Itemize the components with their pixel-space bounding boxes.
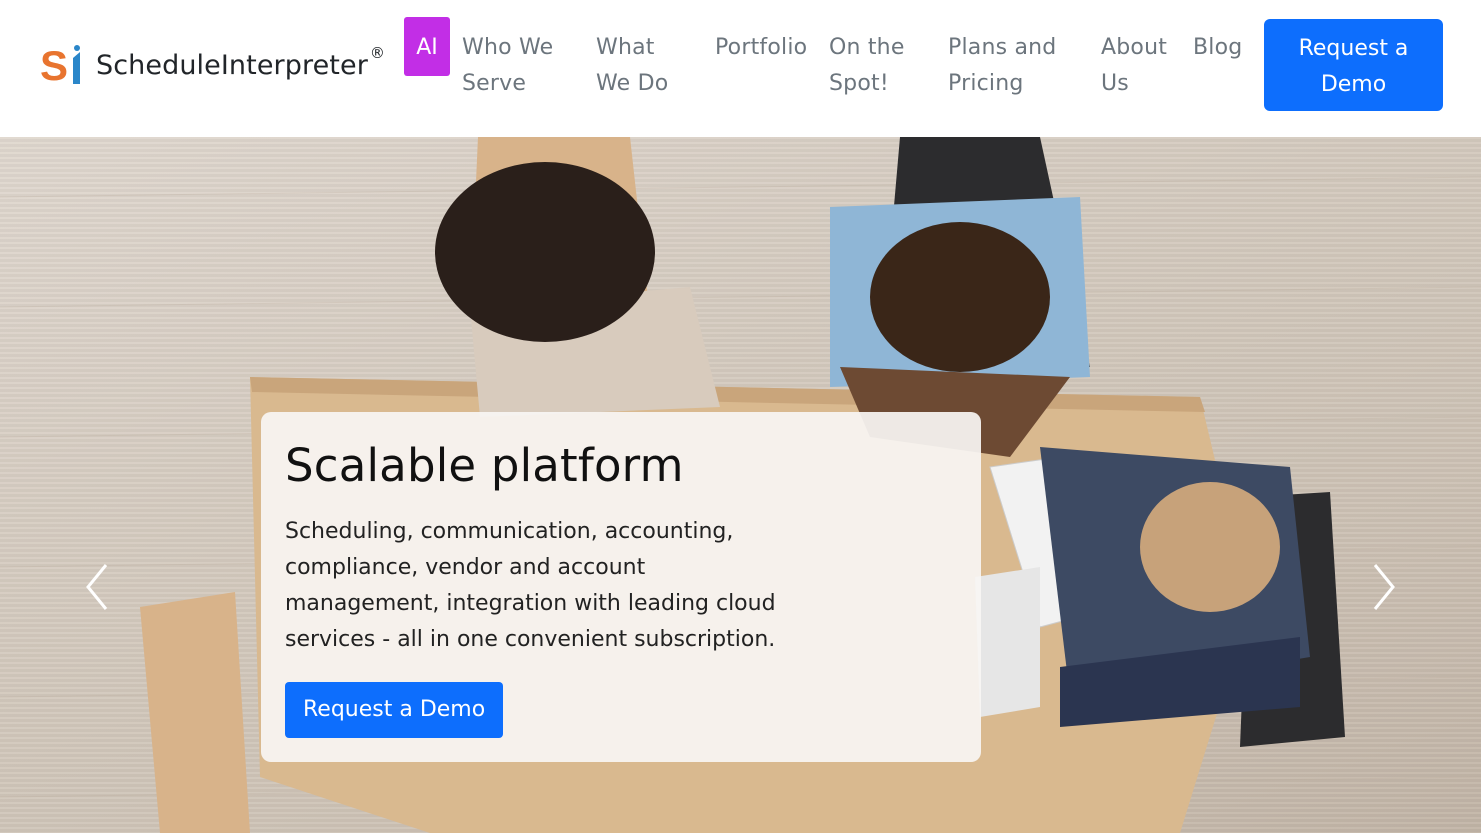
svg-text:S: S <box>40 44 68 86</box>
nav-on-the-spot[interactable]: On the Spot! <box>829 30 924 102</box>
registered-mark: ® <box>369 44 386 62</box>
hero-carousel: Scalable platform Scheduling, communicat… <box>0 137 1481 833</box>
ai-badge[interactable]: AI <box>404 17 450 76</box>
nav-about-us[interactable]: About Us <box>1101 30 1181 102</box>
chevron-right-icon[interactable] <box>1363 557 1403 617</box>
nav-who-we-serve[interactable]: Who We Serve <box>462 30 572 102</box>
nav-blog[interactable]: Blog <box>1193 30 1253 66</box>
brand-logo-icon: S <box>40 44 80 86</box>
request-demo-hero-button[interactable]: Request a Demo <box>285 682 504 738</box>
top-navbar: S ScheduleInterpreter ® AI Who We Serve W… <box>0 0 1481 137</box>
brand-name: ScheduleInterpreter ® <box>96 44 386 82</box>
hero-caption-card: Scalable platform Scheduling, communicat… <box>261 412 981 762</box>
request-demo-nav-button[interactable]: Request a Demo <box>1264 19 1443 111</box>
nav-portfolio[interactable]: Portfolio <box>715 30 815 66</box>
nav-what-we-do[interactable]: What We Do <box>596 30 691 102</box>
nav-plans-and-pricing[interactable]: Plans and Pricing <box>948 30 1078 102</box>
brand-link[interactable]: S ScheduleInterpreter ® <box>40 44 385 88</box>
hero-description: Scheduling, communication, accounting, c… <box>285 519 776 652</box>
hero-title: Scalable platform <box>285 439 684 492</box>
chevron-left-icon[interactable] <box>78 557 118 617</box>
